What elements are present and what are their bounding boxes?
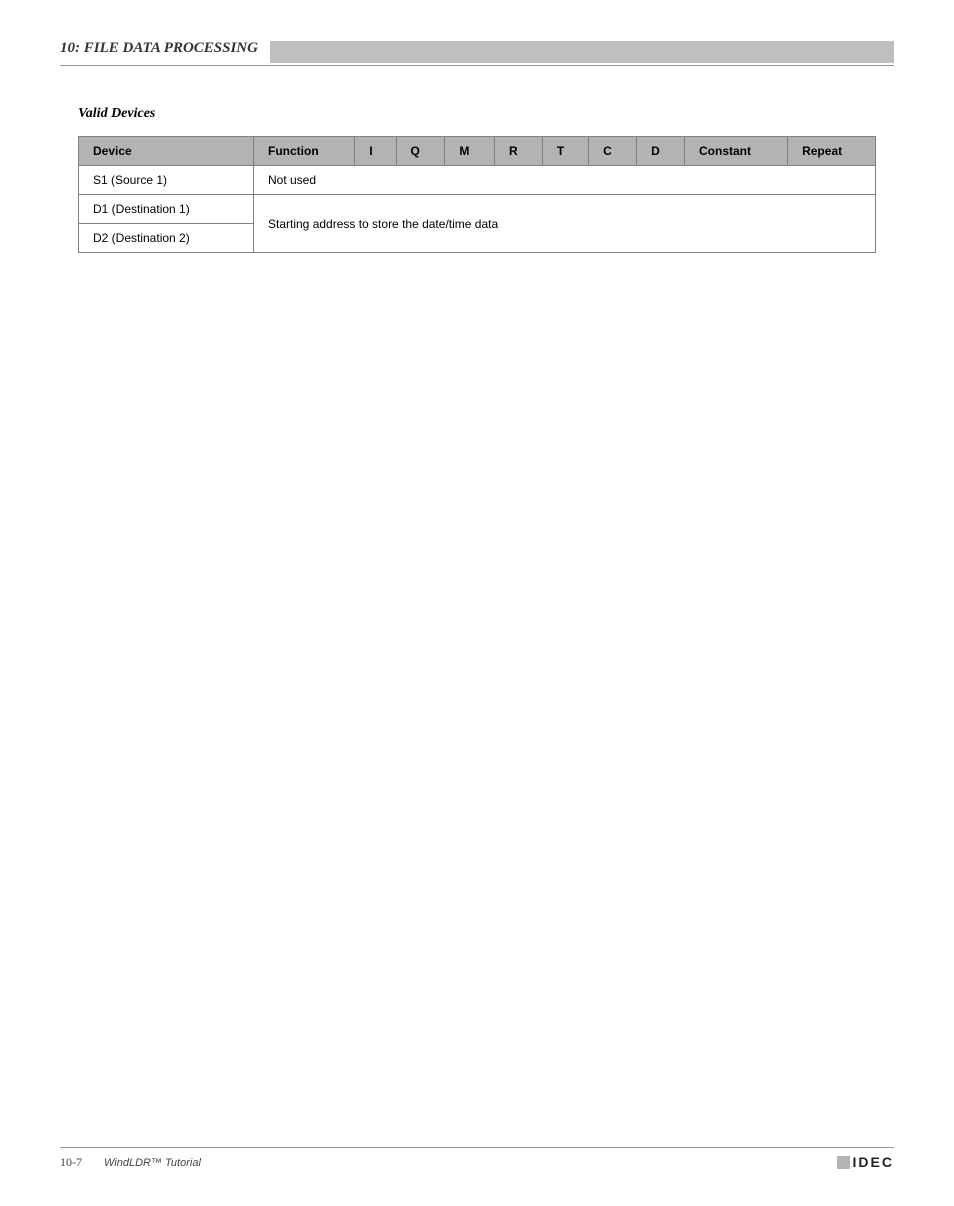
cell-function: Not used bbox=[254, 166, 876, 195]
manual-title: WindLDR™ Tutorial bbox=[104, 1157, 201, 1169]
col-constant: Constant bbox=[685, 137, 788, 166]
col-d: D bbox=[637, 137, 685, 166]
cell-function-merged: Starting address to store the date/time … bbox=[254, 195, 876, 253]
col-t: T bbox=[542, 137, 588, 166]
cell-device: D1 (Destination 1) bbox=[79, 195, 254, 224]
col-r: R bbox=[494, 137, 542, 166]
cell-device: D2 (Destination 2) bbox=[79, 224, 254, 253]
page-footer: 10-7 WindLDR™ Tutorial IDEC bbox=[60, 1147, 894, 1170]
col-q: Q bbox=[396, 137, 445, 166]
logo-square-icon bbox=[837, 1156, 850, 1169]
cell-device: S1 (Source 1) bbox=[79, 166, 254, 195]
valid-devices-table: Device Function I Q M R T C D Constant R… bbox=[78, 136, 876, 253]
page-header: 10: FILE DATA PROCESSING bbox=[60, 40, 894, 66]
footer-left: 10-7 WindLDR™ Tutorial bbox=[60, 1155, 201, 1170]
page-number: 10-7 bbox=[60, 1155, 82, 1170]
chapter-label: 10: FILE DATA PROCESSING bbox=[60, 40, 270, 57]
logo-text: IDEC bbox=[853, 1154, 894, 1170]
col-device: Device bbox=[79, 137, 254, 166]
table-row: D1 (Destination 1) Starting address to s… bbox=[79, 195, 876, 224]
header-banner bbox=[270, 41, 894, 63]
table-header-row: Device Function I Q M R T C D Constant R… bbox=[79, 137, 876, 166]
col-c: C bbox=[589, 137, 637, 166]
brand-logo: IDEC bbox=[837, 1154, 894, 1170]
col-repeat: Repeat bbox=[788, 137, 876, 166]
col-function: Function bbox=[254, 137, 355, 166]
table-row: S1 (Source 1) Not used bbox=[79, 166, 876, 195]
section-title: Valid Devices bbox=[78, 106, 876, 122]
col-i: I bbox=[355, 137, 396, 166]
col-m: M bbox=[445, 137, 495, 166]
